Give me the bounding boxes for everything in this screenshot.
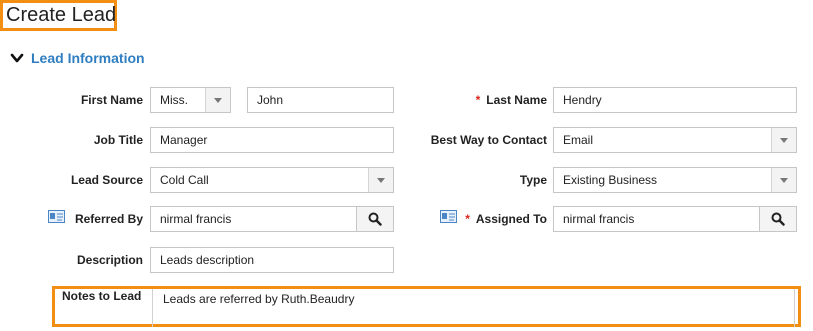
lead-source-select[interactable]: Cold Call <box>150 167 394 193</box>
referred-by-lookup-button[interactable] <box>356 206 394 232</box>
referred-by-value: nirmal francis <box>160 212 232 226</box>
notes-to-lead-textarea[interactable]: Leads are referred by Ruth.Beaudry <box>163 292 354 306</box>
lead-source-label: Lead Source <box>70 173 143 187</box>
first-name-input[interactable]: John <box>247 87 394 113</box>
best-way-to-contact-select[interactable]: Email <box>553 127 797 153</box>
search-icon <box>771 212 785 226</box>
first-name-value: John <box>257 93 284 107</box>
notes-field-edge <box>794 289 795 327</box>
search-icon <box>368 212 382 226</box>
last-name-label: * Last Name <box>440 87 547 113</box>
dropdown-arrow-icon <box>205 88 230 112</box>
dropdown-arrow-icon <box>771 168 796 192</box>
last-name-input[interactable]: Hendry <box>553 87 797 113</box>
referred-by-label: Referred By <box>74 212 143 226</box>
first-name-label: First Name <box>80 93 143 107</box>
type-label: Type <box>519 173 547 187</box>
page-title: Create Lead <box>6 4 117 26</box>
job-title-input[interactable]: Manager <box>150 127 394 153</box>
dropdown-arrow-icon <box>368 168 393 192</box>
assigned-to-label-text: Assigned To <box>475 212 547 226</box>
job-title-value: Manager <box>160 133 208 147</box>
referred-by-input[interactable]: nirmal francis <box>150 206 357 232</box>
dropdown-arrow-icon <box>771 128 796 152</box>
required-asterisk: * <box>465 212 470 226</box>
salutation-select[interactable]: Miss. <box>150 87 231 113</box>
assigned-to-label: * Assigned To <box>455 206 547 232</box>
assigned-to-lookup-button[interactable] <box>759 206 797 232</box>
assigned-to-input[interactable]: nirmal francis <box>553 206 760 232</box>
salutation-value: Miss. <box>160 93 188 107</box>
assigned-to-value: nirmal francis <box>563 212 635 226</box>
required-asterisk: * <box>475 93 481 107</box>
last-name-value: Hendry <box>563 93 602 107</box>
type-select[interactable]: Existing Business <box>553 167 797 193</box>
last-name-label-text: Last Name <box>486 93 547 107</box>
section-header-lead-information[interactable]: Lead Information <box>10 48 145 68</box>
best-way-to-contact-label: Best Way to Contact <box>430 133 547 147</box>
description-value: Leads description <box>160 253 255 267</box>
job-title-label: Job Title <box>93 133 143 147</box>
section-title: Lead Information <box>31 50 145 66</box>
lead-source-value: Cold Call <box>160 173 209 187</box>
description-label: Description <box>76 253 143 267</box>
notes-to-lead-label: Notes to Lead <box>62 289 142 303</box>
description-input[interactable]: Leads description <box>150 247 394 273</box>
notes-divider <box>152 289 153 327</box>
type-value: Existing Business <box>563 173 658 187</box>
best-way-to-contact-value: Email <box>563 133 594 147</box>
chevron-down-icon <box>10 53 24 63</box>
